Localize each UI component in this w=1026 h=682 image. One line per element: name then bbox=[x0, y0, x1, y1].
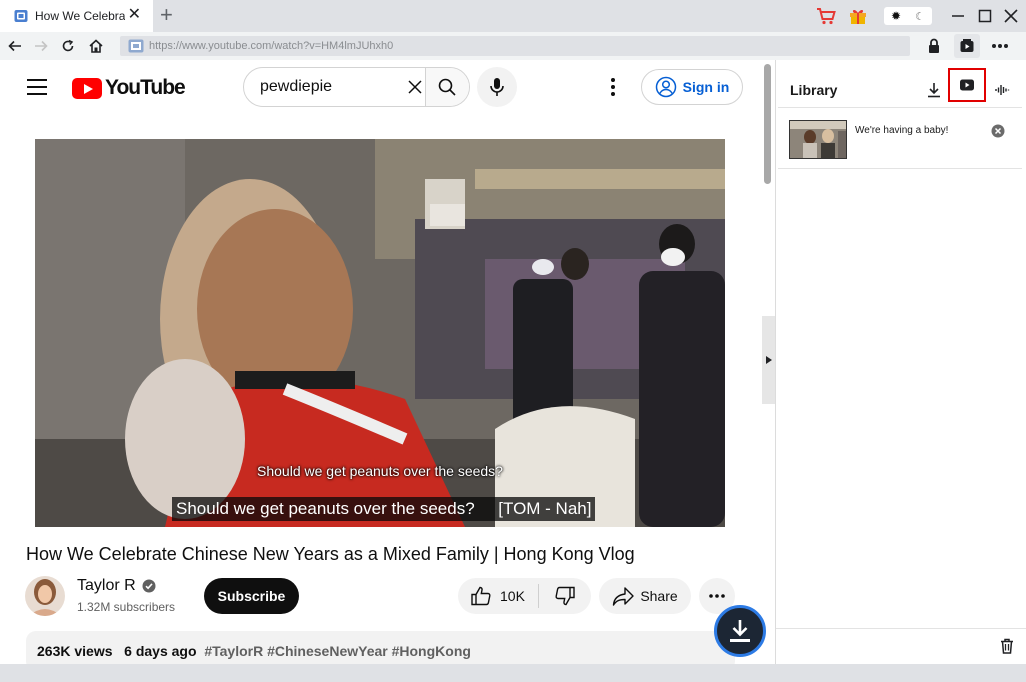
dislike-button[interactable] bbox=[539, 578, 591, 614]
microphone-icon bbox=[490, 78, 504, 96]
audio-tab-icon[interactable] bbox=[992, 80, 1012, 100]
account-icon bbox=[655, 76, 676, 98]
video-title: How We Celebrate Chinese New Years as a … bbox=[26, 544, 635, 564]
hashtags[interactable]: #TaylorR #ChineseNewYear #HongKong bbox=[204, 643, 471, 659]
share-label: Share bbox=[640, 588, 678, 604]
youtube-logo-text: YouTube bbox=[105, 76, 186, 99]
library-item-title: We're having a baby! bbox=[855, 125, 949, 136]
tab-title: How We Celebrat bbox=[35, 9, 125, 23]
gift-icon[interactable] bbox=[848, 6, 868, 26]
subscriber-count: 1.32M subscribers bbox=[77, 600, 176, 614]
voice-search-button[interactable] bbox=[477, 67, 517, 107]
settings-more-icon[interactable] bbox=[603, 77, 623, 97]
channel-name[interactable]: Taylor R bbox=[77, 577, 156, 595]
new-tab-icon[interactable]: + bbox=[160, 4, 173, 26]
site-info-icon bbox=[128, 39, 144, 53]
lock-icon[interactable] bbox=[924, 36, 944, 56]
browser-navbar: https://www.youtube.com/watch?v=HM4lmJUh… bbox=[0, 32, 1026, 60]
close-window-icon[interactable] bbox=[1001, 6, 1021, 26]
reload-icon[interactable] bbox=[58, 36, 78, 56]
panel-collapse-handle[interactable] bbox=[762, 316, 775, 404]
library-item[interactable]: We're having a baby! bbox=[789, 120, 1021, 160]
library-panel: Library We're having a baby! bbox=[776, 60, 1026, 664]
library-item-divider bbox=[778, 168, 1022, 169]
description-box[interactable]: 263K views 6 days ago #TaylorR #ChineseN… bbox=[26, 631, 735, 664]
maximize-icon[interactable] bbox=[975, 6, 995, 26]
thumbs-up-icon bbox=[471, 586, 491, 606]
channel-name-text: Taylor R bbox=[77, 577, 136, 594]
download-fab-button[interactable] bbox=[714, 605, 766, 657]
like-button[interactable]: 10K bbox=[458, 578, 538, 614]
sign-in-label: Sign in bbox=[682, 79, 730, 95]
video-tab-icon[interactable] bbox=[948, 68, 986, 102]
moon-icon: ☾ bbox=[915, 10, 925, 23]
browser-tab[interactable]: How We Celebrat ✕ bbox=[0, 0, 153, 32]
youtube-page: YouTube Sign in bbox=[0, 60, 775, 664]
minimize-icon[interactable] bbox=[948, 6, 968, 26]
sign-in-button[interactable]: Sign in bbox=[641, 69, 743, 105]
verified-badge-icon bbox=[142, 579, 156, 593]
chevron-right-icon bbox=[765, 356, 772, 364]
search-box bbox=[243, 67, 470, 107]
sun-icon: ✹ bbox=[891, 9, 902, 23]
url-text: https://www.youtube.com/watch?v=HM4lmJUh… bbox=[149, 40, 394, 52]
back-icon[interactable] bbox=[5, 36, 25, 56]
hamburger-menu-icon[interactable] bbox=[27, 79, 47, 95]
subscribe-button[interactable]: Subscribe bbox=[204, 578, 299, 614]
video-player[interactable]: Should we get peanuts over the seeds? Sh… bbox=[35, 139, 725, 527]
caption-line-1: Should we get peanuts over the seeds? bbox=[257, 463, 503, 479]
youtube-logo[interactable]: YouTube bbox=[72, 76, 186, 100]
address-bar[interactable]: https://www.youtube.com/watch?v=HM4lmJUh… bbox=[120, 36, 910, 56]
remove-item-icon[interactable] bbox=[991, 124, 1005, 138]
search-button[interactable] bbox=[424, 68, 469, 106]
search-input[interactable] bbox=[244, 68, 406, 106]
forward-icon[interactable] bbox=[31, 36, 51, 56]
panel-header-divider bbox=[778, 107, 1022, 108]
view-count: 263K views bbox=[37, 643, 113, 659]
theme-toggle[interactable]: ✹ ☾ bbox=[884, 7, 932, 25]
app-favicon-icon bbox=[14, 10, 28, 22]
browser-statusbar bbox=[0, 664, 1026, 682]
thumbs-down-icon bbox=[555, 586, 575, 606]
library-title: Library bbox=[790, 82, 838, 98]
page-scrollbar-thumb[interactable] bbox=[764, 64, 771, 184]
trash-icon[interactable] bbox=[998, 637, 1016, 655]
channel-avatar[interactable] bbox=[25, 576, 65, 616]
more-horizontal-icon bbox=[709, 594, 725, 598]
menu-more-icon[interactable] bbox=[990, 36, 1010, 56]
search-icon bbox=[438, 78, 456, 96]
downloads-tab-icon[interactable] bbox=[924, 80, 944, 100]
tab-close-icon[interactable]: ✕ bbox=[128, 7, 141, 23]
caption-line-2: Should we get peanuts over the seeds? [T… bbox=[172, 497, 596, 521]
cart-icon[interactable] bbox=[816, 6, 836, 26]
downloader-toolbar-icon[interactable] bbox=[954, 34, 980, 58]
share-icon bbox=[613, 587, 635, 606]
like-dislike-group: 10K bbox=[458, 578, 591, 614]
like-count: 10K bbox=[500, 588, 525, 604]
clear-search-icon[interactable] bbox=[406, 68, 425, 106]
upload-age: 6 days ago bbox=[124, 643, 197, 659]
panel-footer bbox=[776, 628, 1026, 664]
download-icon bbox=[730, 620, 750, 642]
browser-titlebar: How We Celebrat ✕ + ✹ ☾ bbox=[0, 0, 1026, 32]
home-icon[interactable] bbox=[86, 36, 106, 56]
youtube-play-logo-icon bbox=[72, 77, 102, 99]
share-button[interactable]: Share bbox=[599, 578, 691, 614]
library-item-thumbnail bbox=[789, 120, 847, 159]
